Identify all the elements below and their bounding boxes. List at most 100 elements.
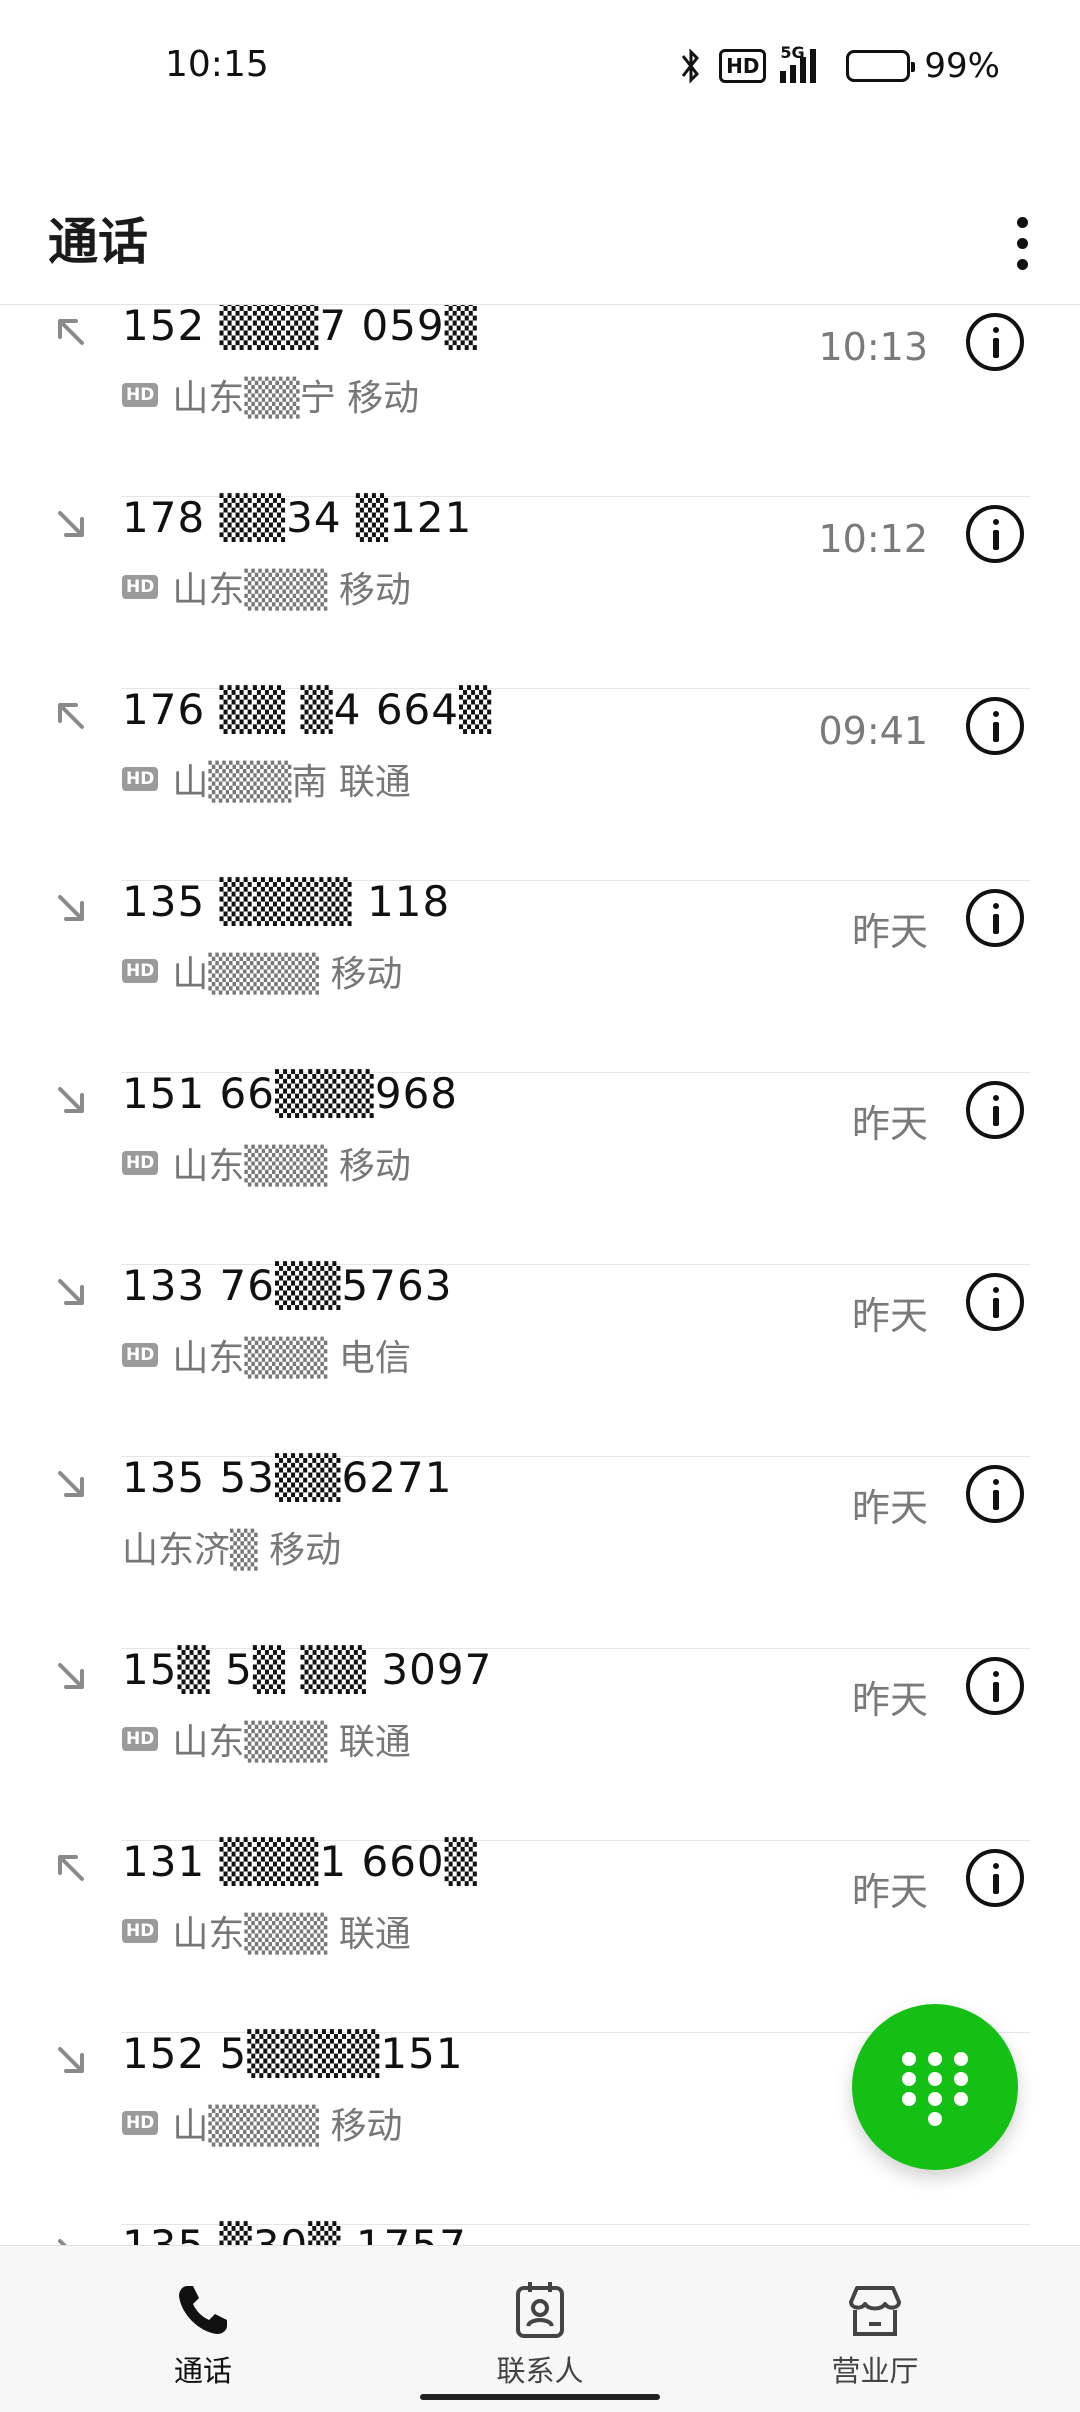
incoming-call-icon — [58, 1663, 84, 1689]
call-number: 135 ▒30▒ 1757 — [122, 2221, 467, 2245]
call-details-button[interactable] — [966, 505, 1024, 563]
call-time: 10:12 — [818, 517, 928, 561]
incoming-call-icon — [58, 1471, 84, 1497]
tab-calls-label: 通话 — [173, 2354, 232, 2388]
call-details-button[interactable] — [966, 1273, 1024, 1331]
incoming-call-icon — [58, 2239, 82, 2245]
call-log-item[interactable]: 135 53▒▒6271 山东济▒ 移动 昨天 — [0, 1453, 1080, 1649]
call-time: 昨天 — [851, 1870, 928, 1914]
call-subtitle: 山东济▒ 移动 — [122, 1521, 341, 1573]
hd-call-badge: HD — [122, 767, 159, 791]
call-location: 山东▒▒▒ 移动 — [172, 1146, 411, 1187]
incoming-call-icon — [58, 511, 84, 537]
bottom-nav: 通话 联系人 营业厅 — [0, 2245, 1080, 2412]
more-options-button[interactable] — [994, 198, 1050, 288]
call-log-item[interactable]: 15▒ 5▒ ▒▒ 3097 HD 山东▒▒▒ 联通 昨天 — [0, 1645, 1080, 1841]
call-subtitle: HD 山东▒▒▒ 联通 — [122, 1713, 411, 1765]
battery-icon — [846, 50, 916, 82]
call-log-item[interactable]: 131 ▒▒▒1 660▒ HD 山东▒▒▒ 联通 昨天 — [0, 1837, 1080, 2033]
call-subtitle: HD 山东▒▒▒ 移动 — [122, 561, 411, 613]
hd-call-badge: HD — [122, 1727, 159, 1751]
call-subtitle: HD 山东▒▒▒ 移动 — [122, 1137, 411, 1189]
hd-call-badge: HD — [122, 1919, 159, 1943]
call-subtitle: HD 山▒▒▒▒ 移动 — [122, 945, 403, 997]
call-number: 178 ▒▒34 ▒121 — [122, 493, 473, 542]
call-time: 昨天 — [851, 1294, 928, 1338]
call-subtitle: HD 山东▒▒宁 移动 — [122, 369, 419, 421]
dialpad-button[interactable] — [852, 2004, 1018, 2170]
call-time: 昨天 — [851, 1102, 928, 1146]
call-location: 山▒▒▒南 联通 — [172, 762, 411, 803]
call-log-item[interactable]: 152 ▒▒▒7 059▒ HD 山东▒▒宁 移动 10:13 — [0, 305, 1080, 497]
call-log-item[interactable]: 133 76▒▒5763 HD 山东▒▒▒ 电信 昨天 — [0, 1261, 1080, 1457]
call-log-item[interactable]: 176 ▒▒ ▒4 664▒ HD 山▒▒▒南 联通 09:41 — [0, 685, 1080, 881]
dialpad-icon — [902, 2052, 968, 2126]
call-location: 山东▒▒▒ 移动 — [172, 570, 411, 611]
call-details-button[interactable] — [966, 1465, 1024, 1523]
call-location: 山东▒▒▒ 电信 — [172, 1338, 411, 1379]
call-number: 152 5▒▒▒▒151 — [122, 2029, 464, 2078]
hd-call-badge: HD — [122, 2111, 159, 2135]
call-details-button[interactable] — [966, 1657, 1024, 1715]
hd-call-badge: HD — [122, 959, 159, 983]
call-log-item[interactable]: 135 ▒30▒ 1757 — [0, 2221, 1080, 2245]
tab-contacts[interactable]: 联系人 — [460, 2280, 620, 2390]
more-dot-icon — [1016, 237, 1028, 249]
store-icon — [849, 2286, 901, 2336]
phone-icon — [179, 2286, 227, 2334]
signal-5g-icon: 5G — [780, 43, 832, 83]
call-number: 151 66▒▒▒968 — [122, 1069, 459, 1118]
call-time: 10:13 — [818, 325, 928, 369]
call-details-button[interactable] — [966, 313, 1024, 371]
page-title: 通话 — [48, 213, 148, 271]
call-number: 131 ▒▒▒1 660▒ — [122, 1837, 478, 1886]
more-dot-icon — [1016, 258, 1028, 270]
call-time: 昨天 — [851, 1486, 928, 1530]
call-number: 176 ▒▒ ▒4 664▒ — [122, 685, 493, 734]
call-subtitle: HD 山▒▒▒南 联通 — [122, 753, 411, 805]
more-dot-icon — [1016, 216, 1028, 228]
call-log-item[interactable]: 178 ▒▒34 ▒121 HD 山东▒▒▒ 移动 10:12 — [0, 493, 1080, 689]
call-number: 133 76▒▒5763 — [122, 1261, 453, 1310]
call-subtitle: HD 山▒▒▒▒ 移动 — [122, 2097, 403, 2149]
call-details-button[interactable] — [966, 1081, 1024, 1139]
call-details-button[interactable] — [966, 1849, 1024, 1907]
call-time: 昨天 — [851, 910, 928, 954]
bluetooth-icon — [681, 48, 700, 84]
incoming-call-icon — [58, 2047, 84, 2073]
hd-call-badge: HD — [122, 575, 159, 599]
hd-call-badge: HD — [122, 1151, 159, 1175]
outgoing-call-icon — [58, 319, 84, 345]
call-number: 152 ▒▒▒7 059▒ — [122, 305, 478, 350]
call-number: 135 ▒▒▒▒ 118 — [122, 877, 451, 926]
call-location: 山东▒▒▒ 联通 — [172, 1722, 411, 1763]
call-location: 山▒▒▒▒ 移动 — [172, 2106, 403, 2147]
status-bar: 10:15 HD 5G 99% — [0, 0, 1080, 140]
hd-call-badge: HD — [122, 383, 159, 407]
tab-calls[interactable]: 通话 — [123, 2280, 283, 2390]
call-location: 山▒▒▒▒ 移动 — [172, 954, 403, 995]
home-indicator[interactable] — [420, 2394, 660, 2400]
battery-percent: 99% — [924, 46, 1000, 86]
call-number: 135 53▒▒6271 — [122, 1453, 453, 1502]
call-location: 山东▒▒宁 移动 — [172, 378, 420, 419]
incoming-call-icon — [58, 1087, 84, 1113]
call-time: 昨天 — [851, 1678, 928, 1722]
tab-service-hall-label: 营业厅 — [831, 2354, 919, 2388]
call-list[interactable]: 152 ▒▒▒7 059▒ HD 山东▒▒宁 移动 10:13 178 ▒▒34 ▒12… — [0, 305, 1080, 2245]
call-details-button[interactable] — [966, 697, 1024, 755]
outgoing-call-icon — [58, 1855, 84, 1881]
hd-call-badge: HD — [122, 1343, 159, 1367]
call-location: 山东济▒ 移动 — [122, 1530, 342, 1571]
call-log-item[interactable]: 135 ▒▒▒▒ 118 HD 山▒▒▒▒ 移动 昨天 — [0, 877, 1080, 1073]
incoming-call-icon — [58, 1279, 84, 1305]
hd-voice-icon: HD — [719, 49, 767, 83]
status-time: 10:15 — [165, 44, 269, 85]
tab-service-hall[interactable]: 营业厅 — [795, 2280, 955, 2390]
call-log-item[interactable]: 151 66▒▒▒968 HD 山东▒▒▒ 移动 昨天 — [0, 1069, 1080, 1265]
call-subtitle: HD 山东▒▒▒ 联通 — [122, 1905, 411, 1957]
call-subtitle: HD 山东▒▒▒ 电信 — [122, 1329, 411, 1381]
incoming-call-icon — [58, 895, 84, 921]
call-details-button[interactable] — [966, 889, 1024, 947]
call-number: 15▒ 5▒ ▒▒ 3097 — [122, 1645, 493, 1694]
